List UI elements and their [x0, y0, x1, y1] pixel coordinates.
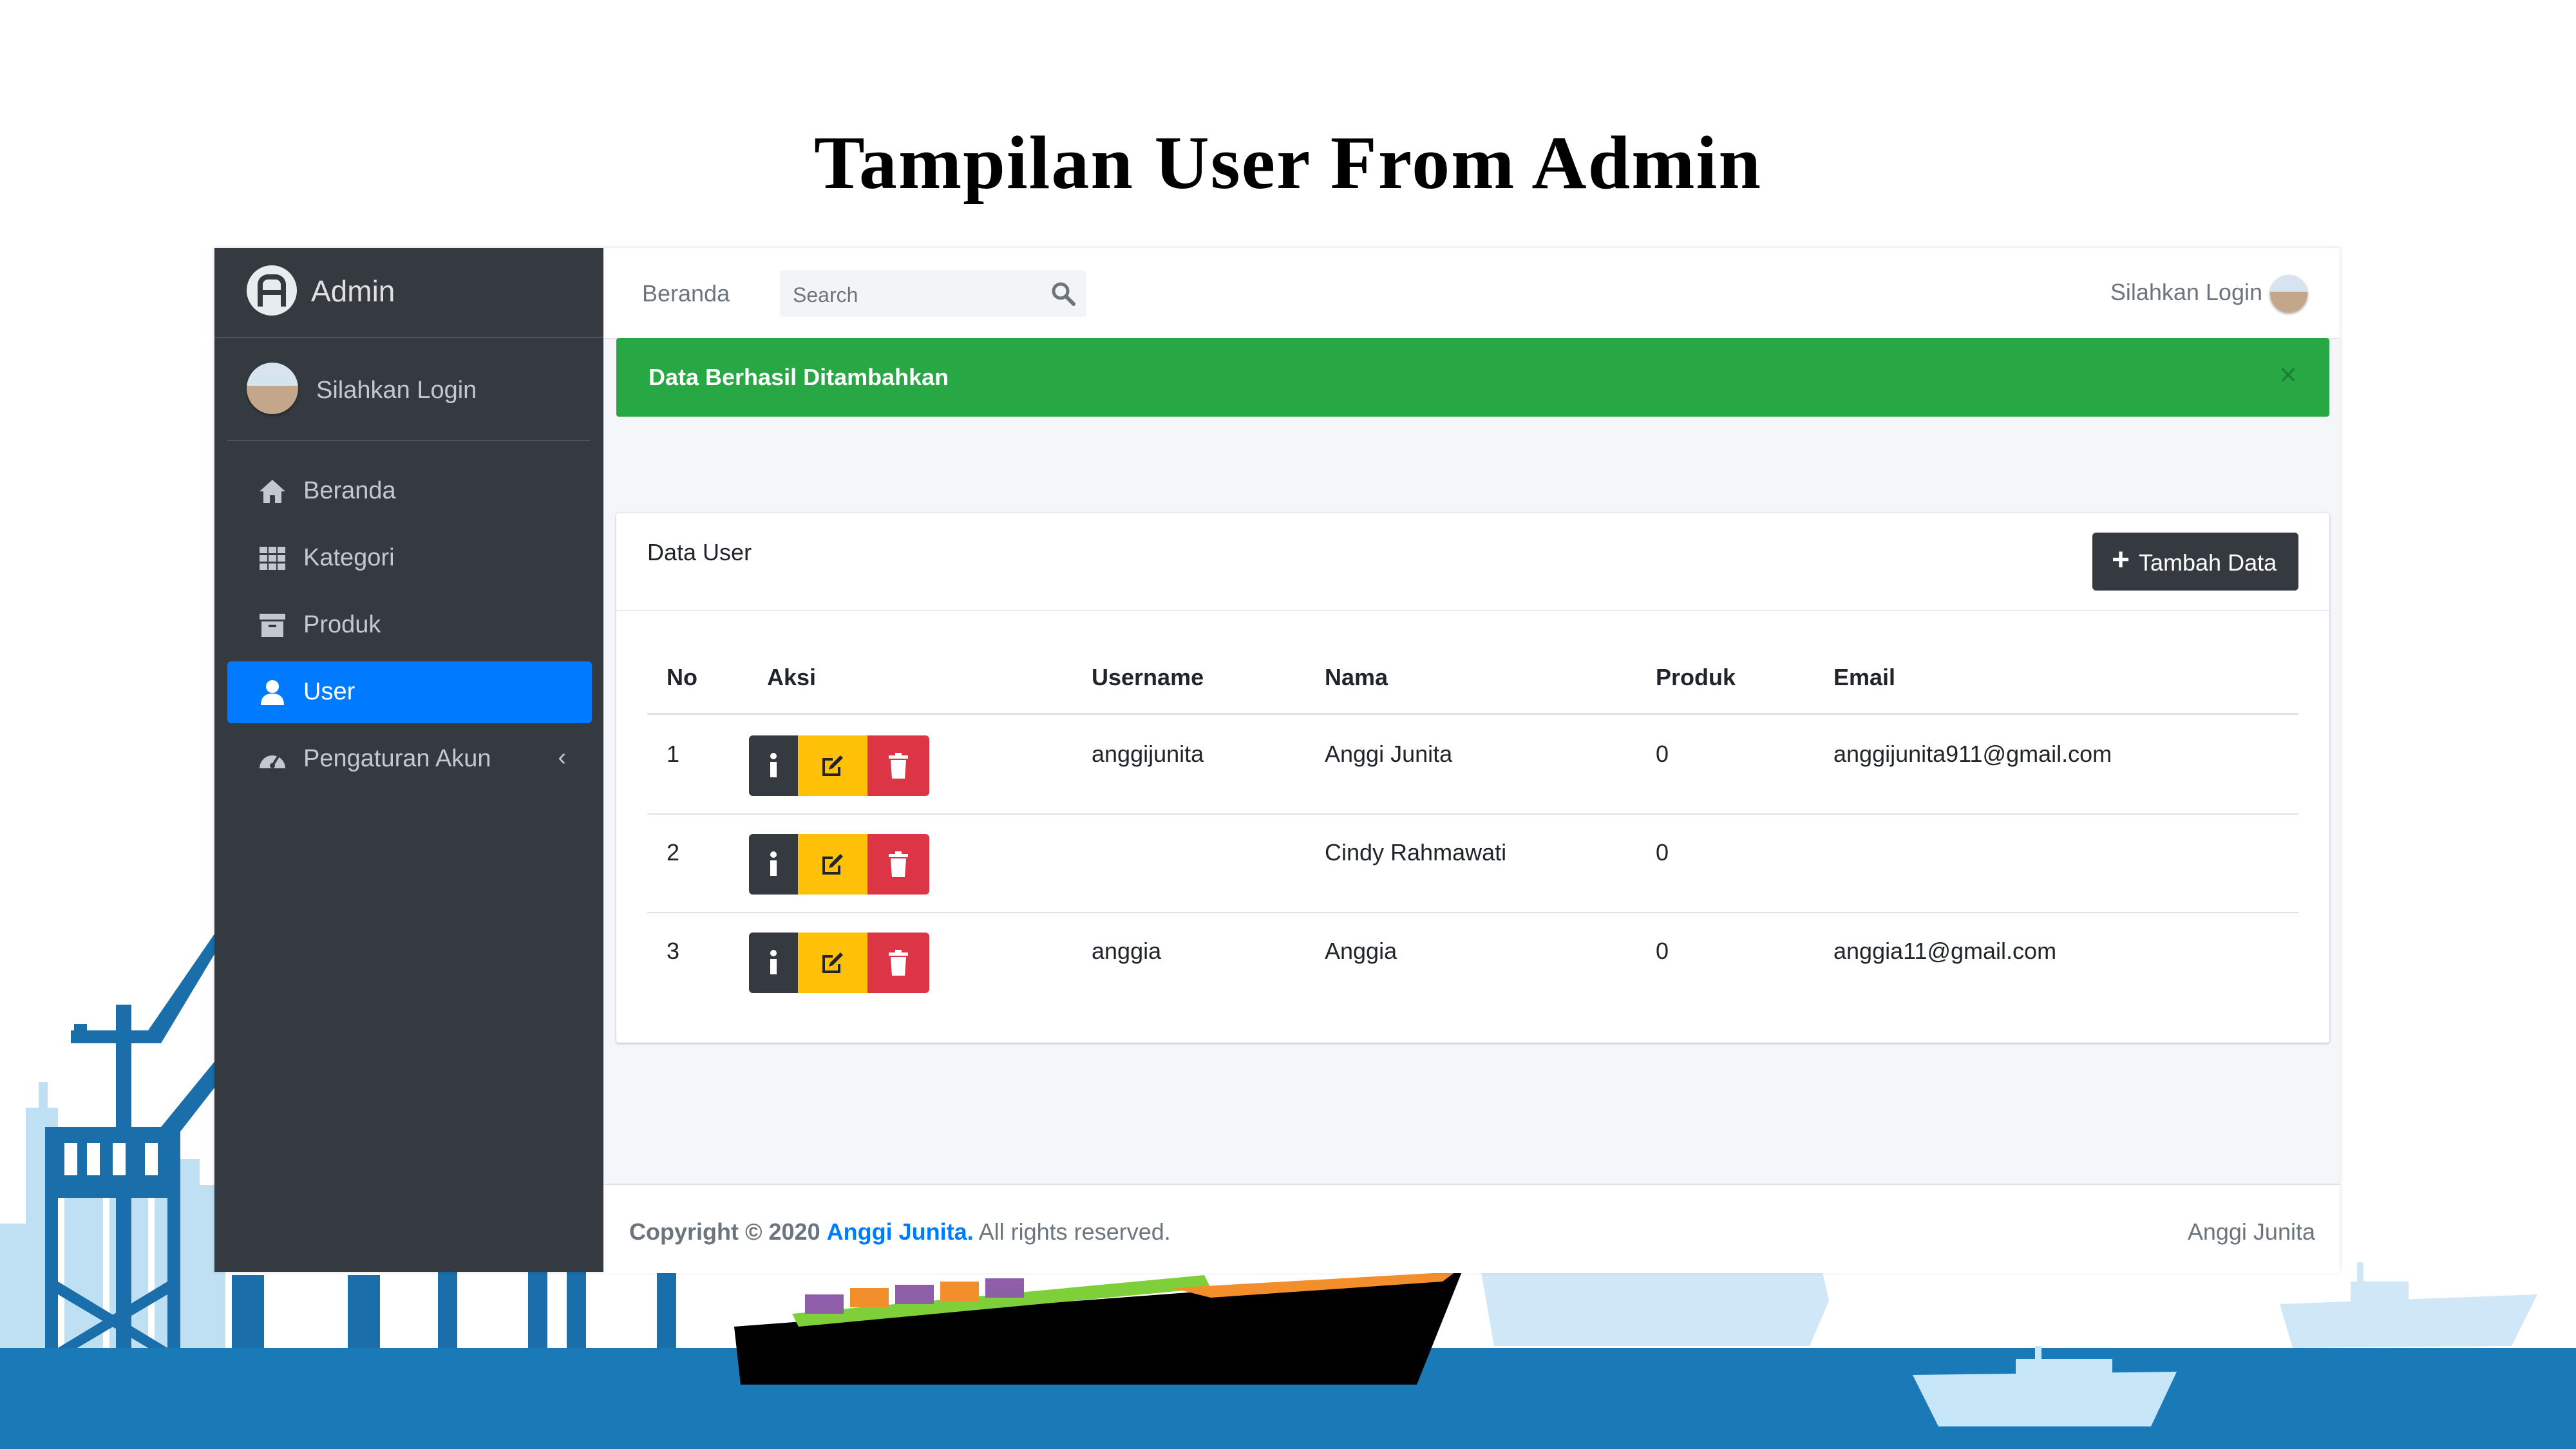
trash-icon	[889, 950, 908, 976]
cell-username: anggijunita	[1092, 741, 1204, 767]
info-button[interactable]	[749, 834, 798, 895]
user-panel-name: Silahkan Login	[316, 377, 477, 404]
cell-email: anggijunita911@gmail.com	[1833, 741, 2112, 767]
rights-text: All rights reserved.	[978, 1218, 1171, 1245]
success-alert: Data Berhasil Ditambahkan ×	[616, 338, 2329, 417]
cell-produk: 0	[1656, 938, 1669, 964]
info-button[interactable]	[749, 735, 798, 796]
search-input[interactable]: Search	[780, 270, 1086, 317]
brand-logo-icon	[247, 265, 297, 316]
sidebar-item-label: User	[303, 678, 355, 705]
brand-text: Admin	[311, 274, 395, 308]
table-row: 2 Cindy Rahmawati 0	[647, 813, 2298, 913]
plus-icon: +	[2112, 543, 2130, 577]
edit-icon	[822, 755, 843, 776]
table-row: 3 anggia Anggia 0 anggia11@gmail.com	[647, 912, 2298, 1010]
delete-button[interactable]	[867, 933, 929, 993]
sidebar-item-pengaturan-akun[interactable]: Pengaturan Akun ‹	[227, 728, 592, 790]
delete-button[interactable]	[867, 834, 929, 895]
nav-link-beranda[interactable]: Beranda	[642, 280, 730, 307]
add-data-button[interactable]: + Tambah Data	[2092, 533, 2298, 591]
cell-no: 3	[667, 938, 680, 964]
delete-button[interactable]	[867, 735, 929, 796]
cell-nama: Anggia	[1325, 938, 1397, 964]
sidebar-item-label: Beranda	[303, 477, 396, 504]
info-button[interactable]	[749, 933, 798, 993]
cell-username: anggia	[1092, 938, 1162, 964]
cell-no: 2	[667, 839, 680, 866]
info-icon	[770, 851, 777, 876]
slide-title: Tampilan User From Admin	[814, 120, 1762, 205]
column-header-username: Username	[1092, 664, 1204, 690]
avatar	[247, 363, 298, 414]
alert-message: Data Berhasil Ditambahkan	[649, 364, 949, 390]
cell-no: 1	[667, 741, 680, 767]
sidebar-nav: Beranda Kategori Produk User Pengaturan …	[227, 460, 592, 795]
footer-right-text: Anggi Junita	[2187, 1218, 2315, 1245]
copyright-text: Copyright © 2020	[629, 1218, 820, 1245]
data-user-card: Data User + Tambah Data No Aksi Username…	[616, 513, 2329, 1043]
sidebar: Admin Silahkan Login Beranda Kategori Pr…	[214, 248, 603, 1272]
cell-produk: 0	[1656, 839, 1669, 866]
action-group	[749, 933, 929, 993]
edit-icon	[822, 952, 843, 973]
info-icon	[770, 950, 777, 974]
edit-icon	[822, 854, 843, 875]
sidebar-item-label: Kategori	[303, 544, 395, 571]
edit-button[interactable]	[798, 834, 867, 895]
card-header: Data User + Tambah Data	[616, 513, 2329, 611]
admin-app-window: Admin Silahkan Login Beranda Kategori Pr…	[214, 248, 2340, 1273]
trash-icon	[889, 851, 908, 877]
edit-button[interactable]	[798, 933, 867, 993]
archive-icon	[260, 614, 285, 637]
grid-icon	[260, 547, 285, 570]
top-navbar: Beranda Search Silahkan Login	[603, 248, 2340, 339]
card-title: Data User	[647, 539, 752, 565]
edit-button[interactable]	[798, 735, 867, 796]
column-header-no: No	[667, 664, 697, 690]
info-icon	[770, 753, 777, 777]
sidebar-item-user[interactable]: User	[227, 661, 592, 723]
chevron-left-icon: ‹	[558, 744, 566, 771]
home-icon	[260, 480, 285, 503]
cell-email: anggia11@gmail.com	[1833, 938, 2057, 964]
column-header-aksi: Aksi	[767, 664, 817, 690]
brand-link[interactable]: Admin	[214, 248, 603, 338]
cell-nama: Cindy Rahmawati	[1325, 839, 1507, 866]
table-row: 1 anggijunita Anggi Junita 0 anggijunita…	[647, 715, 2298, 815]
sidebar-item-produk[interactable]: Produk	[227, 594, 592, 656]
close-icon[interactable]: ×	[2279, 357, 2297, 393]
column-header-produk: Produk	[1656, 664, 1736, 690]
column-header-email: Email	[1833, 664, 1896, 690]
search-icon[interactable]	[1049, 279, 1077, 308]
avatar[interactable]	[2270, 275, 2307, 312]
sidebar-item-kategori[interactable]: Kategori	[227, 527, 592, 589]
sidebar-item-label: Produk	[303, 611, 381, 638]
cell-nama: Anggi Junita	[1325, 741, 1453, 767]
footer-brand-link[interactable]: Anggi Junita.	[827, 1218, 974, 1245]
sidebar-item-label: Pengaturan Akun	[303, 745, 491, 772]
column-header-nama: Nama	[1325, 664, 1388, 690]
sidebar-item-beranda[interactable]: Beranda	[227, 460, 592, 522]
footer-copyright: Copyright © 2020 Anggi Junita. All right…	[629, 1218, 1171, 1245]
user-panel[interactable]: Silahkan Login	[227, 337, 591, 441]
trash-icon	[889, 753, 908, 779]
action-group	[749, 834, 929, 895]
action-group	[749, 735, 929, 796]
top-user-label[interactable]: Silahkan Login	[2110, 279, 2262, 306]
footer: Copyright © 2020 Anggi Junita. All right…	[603, 1184, 2340, 1273]
search-placeholder: Search	[793, 283, 858, 307]
add-data-label: Tambah Data	[2139, 549, 2277, 576]
cell-produk: 0	[1656, 741, 1669, 767]
user-icon	[261, 680, 284, 705]
tachometer-icon	[260, 754, 285, 768]
